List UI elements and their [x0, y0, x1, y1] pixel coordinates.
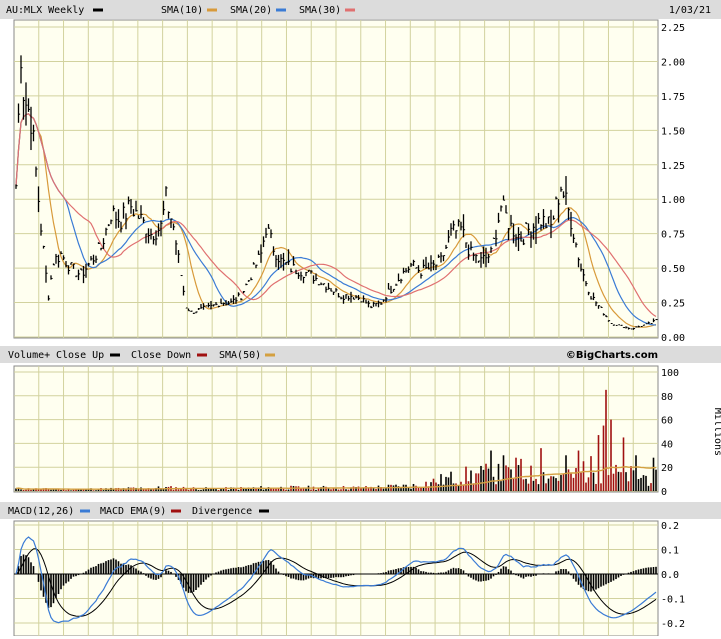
volume-y-axis: 100 80 60 40 20 0	[661, 368, 679, 498]
macd-label: MACD(12,26)	[8, 506, 74, 517]
y-tick-label: 40	[661, 439, 673, 450]
legend-sma10: SMA(10)	[161, 5, 203, 16]
y-tick-label: 2.25	[661, 23, 685, 34]
macd-ema-label: MACD EMA(9)	[100, 506, 166, 517]
volume-close-up: Close Up	[56, 350, 104, 361]
y-tick-label: 20	[661, 463, 673, 474]
legend-sma20: SMA(20)	[230, 5, 272, 16]
price-y-axis: 2.25 2.00 1.75 1.50 1.25 1.00 0.75 0.50 0.25 0.00	[661, 23, 685, 344]
y-tick-label: 80	[661, 392, 673, 403]
y-tick-label: -0.2	[661, 619, 685, 630]
volume-units-label: Millions	[712, 408, 721, 456]
chart-svg: 2.252.001.751.501.251.000.750.500.250.00…	[0, 0, 721, 637]
price-panel: 2.25 2.00 1.75 1.50 1.25 1.00 0.75 0.50 0.25 0.00…	[0, 0, 721, 344]
date-label: 1/03/21	[669, 5, 711, 16]
volume-label: Volume+	[8, 350, 50, 361]
y-tick-label: 2.00	[661, 57, 685, 68]
legend-sma30: SMA(30)	[299, 5, 341, 16]
chart-root: 2.25 2.00 1.75 1.50 1.25 1.00 0.75 0.50 0.25 0.00…	[0, 0, 721, 637]
symbol-label: AU:MLX Weekly	[6, 5, 84, 16]
y-tick-label: 0.00	[661, 333, 685, 344]
y-tick-label: 1.25	[661, 161, 685, 172]
y-tick-label: 100	[661, 368, 679, 379]
y-tick-label: -0.1	[661, 595, 685, 606]
y-tick-label: 0.1	[661, 546, 679, 557]
y-tick-label: 0	[661, 487, 667, 498]
bigcharts-credit: ©BigCharts.com	[566, 350, 658, 361]
macd-panel: MACD(12,26) MACD EMA(9) Divergence 0.20.…	[0, 502, 721, 637]
y-tick-label: 0.25	[661, 299, 685, 310]
macd-y-axis: 0.2 0.1 0.0 -0.1 -0.2	[661, 521, 685, 630]
y-tick-label: 0.75	[661, 230, 685, 241]
y-tick-label: 1.75	[661, 92, 685, 103]
y-tick-label: 0.2	[661, 521, 679, 532]
volume-panel: Volume+ Close Up Close Down SMA(50) ©Big…	[0, 346, 721, 498]
price-header	[0, 0, 721, 19]
y-tick-label: 1.50	[661, 126, 685, 137]
y-tick-label: 0.0	[661, 570, 679, 581]
y-tick-label: 1.00	[661, 195, 685, 206]
volume-close-down: Close Down	[131, 350, 191, 361]
y-tick-label: 0.50	[661, 264, 685, 275]
y-tick-label: 60	[661, 416, 673, 427]
divergence-label: Divergence	[192, 506, 252, 517]
volume-sma: SMA(50)	[219, 350, 261, 361]
